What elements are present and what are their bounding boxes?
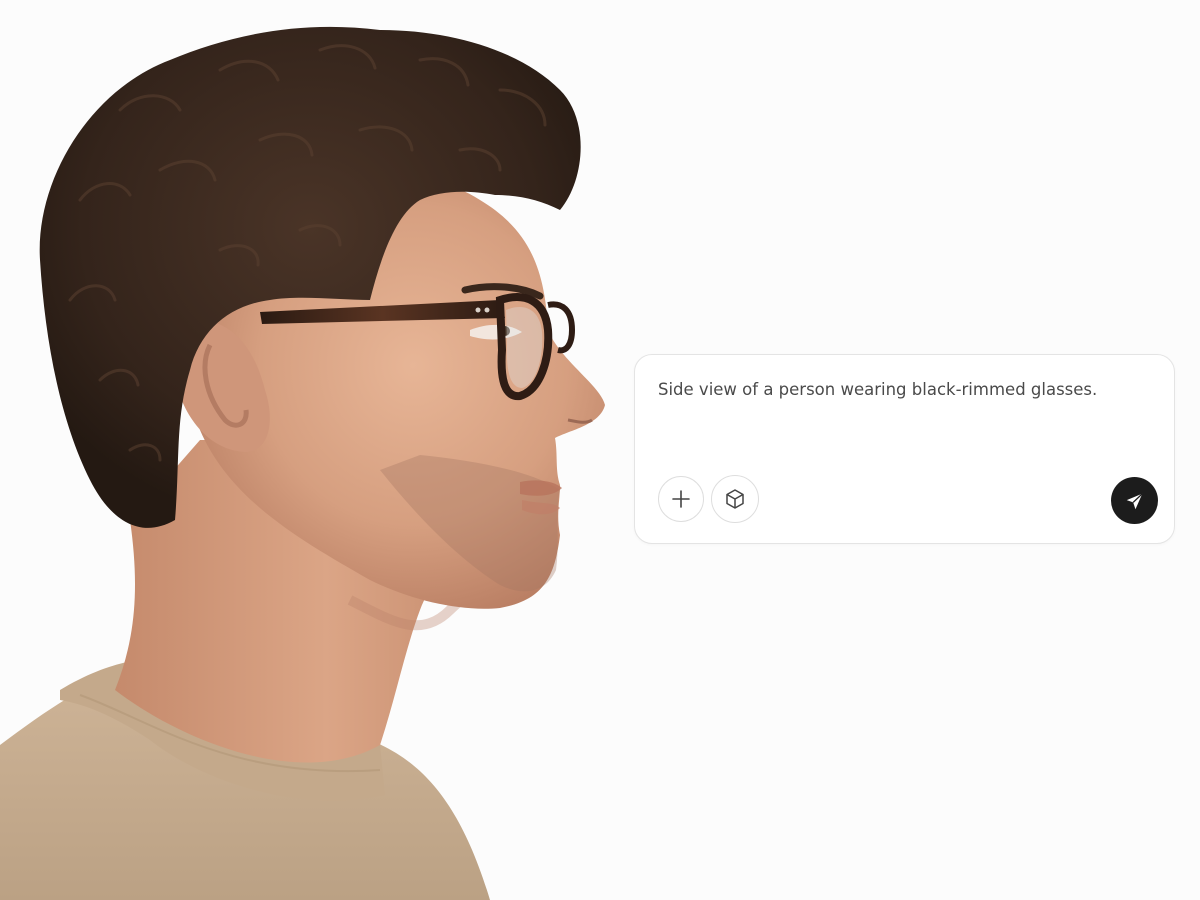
send-icon: [1126, 492, 1143, 509]
plus-icon: [672, 490, 690, 508]
prompt-card[interactable]: Side view of a person wearing black-rimm…: [634, 354, 1175, 544]
prompt-input-text[interactable]: Side view of a person wearing black-rimm…: [658, 379, 1150, 401]
portrait-photo: [0, 0, 640, 900]
cube-icon: [726, 489, 744, 509]
send-button[interactable]: [1111, 477, 1158, 524]
add-attachment-button[interactable]: [658, 476, 704, 522]
3d-model-button[interactable]: [711, 475, 759, 523]
